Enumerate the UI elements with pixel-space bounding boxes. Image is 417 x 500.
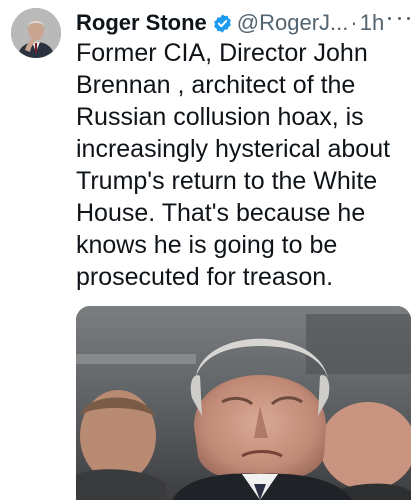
- tweet-header: Roger Stone @RogerJ... · 1h: [76, 10, 409, 36]
- tweet-text-line: Former CIA, Director John: [76, 39, 368, 67]
- more-options-icon[interactable]: [388, 10, 410, 26]
- tweet-text-line: knows he is going to be: [76, 231, 338, 259]
- timestamp[interactable]: 1h: [360, 10, 384, 36]
- separator-dot: ·: [350, 10, 358, 35]
- tweet-text-line: prosecuted for treason.: [76, 263, 334, 291]
- more-dot: [397, 16, 401, 20]
- tweet-text: Former CIA, Director John Brennan , arch…: [76, 37, 414, 293]
- more-dot: [407, 16, 410, 20]
- verified-badge-icon: [213, 13, 231, 33]
- tweet-text-line: Trump's return to the White: [76, 167, 378, 195]
- tweet-photo[interactable]: [76, 306, 411, 500]
- tweet-text-line: Russian collusion hoax, is: [76, 103, 364, 131]
- more-dot: [388, 16, 391, 20]
- tweet-text-line: Brennan , architect of the: [76, 71, 356, 99]
- author-name[interactable]: Roger Stone: [76, 10, 207, 36]
- tweet-text-line: increasingly hysterical about: [76, 135, 391, 163]
- author-handle[interactable]: @RogerJ...: [237, 10, 349, 36]
- tweet-text-line: House. That's because he: [76, 199, 366, 227]
- avatar[interactable]: [11, 8, 61, 58]
